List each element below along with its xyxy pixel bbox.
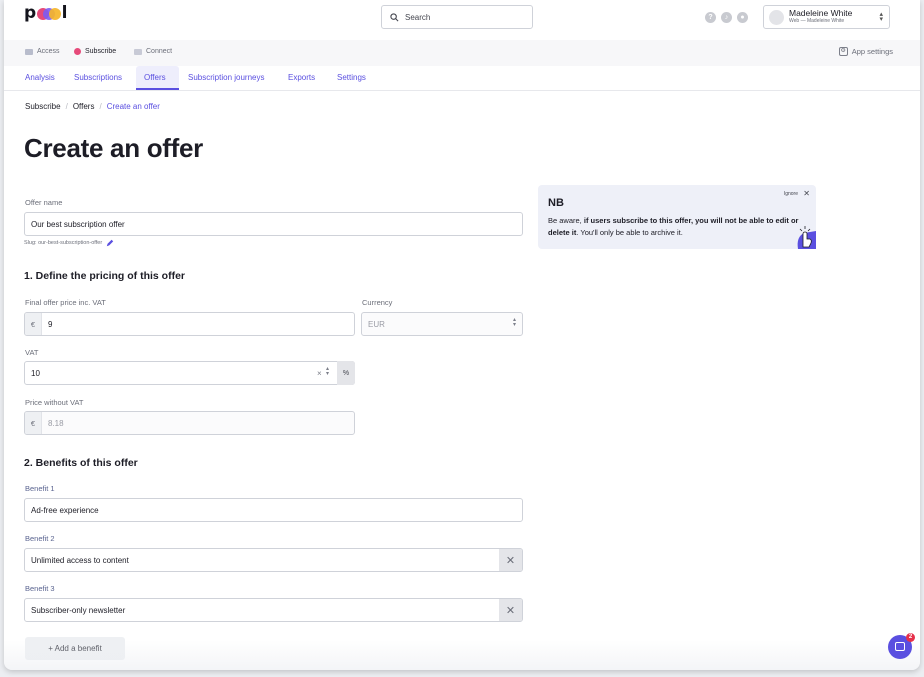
top-icons: ? ♪ ●	[705, 12, 748, 23]
breadcrumb-offers[interactable]: Offers	[73, 102, 95, 111]
clear-icon[interactable]: ×	[317, 369, 322, 378]
currency-value: EUR	[368, 319, 385, 329]
slug: Slug: our-best-subscription-offer	[24, 239, 114, 247]
bottom-fade	[4, 640, 920, 670]
user-subtitle: Web — Madeleine White	[789, 18, 845, 24]
euro-prefix: €	[25, 412, 42, 434]
product-access[interactable]: Access	[25, 48, 60, 55]
breadcrumb-subscribe[interactable]: Subscribe	[25, 102, 61, 111]
ignore-link[interactable]: Ignore	[784, 191, 798, 197]
product-bar: Access Subscribe Connect ⚙ App settings	[4, 40, 920, 66]
app-settings-label: App settings	[851, 47, 893, 56]
tab-exports[interactable]: Exports	[280, 66, 323, 90]
percent-suffix: %	[337, 361, 355, 385]
chevron-updown-icon: ▴ ▾	[879, 11, 883, 23]
tab-subscriptions[interactable]: Subscriptions	[66, 66, 130, 90]
final-price-input[interactable]: € 9	[24, 312, 355, 336]
page-title: Create an offer	[24, 133, 203, 163]
offer-name-value: Our best subscription offer	[31, 219, 125, 229]
close-icon[interactable]: ✕	[803, 189, 810, 198]
tab-bar: Analysis Subscriptions Offers Subscripti…	[4, 66, 920, 91]
benefit-2-input[interactable]: Unlimited access to content ✕	[24, 548, 523, 572]
subscribe-icon	[74, 48, 81, 55]
offer-name-input[interactable]: Our best subscription offer	[24, 212, 523, 236]
add-benefit-button[interactable]: + Add a benefit	[25, 637, 125, 660]
remove-benefit-3-button[interactable]: ✕	[499, 599, 522, 621]
chat-badge: 2	[906, 633, 915, 642]
nb-message: Be aware, if users subscribe to this off…	[548, 216, 799, 237]
tab-settings[interactable]: Settings	[329, 66, 374, 90]
nb-notice-card: NB Ignore ✕ Be aware, if users subscribe…	[538, 185, 816, 249]
breadcrumb: Subscribe / Offers / Create an offer	[25, 102, 160, 111]
product-subscribe[interactable]: Subscribe	[74, 48, 116, 55]
help-icon[interactable]: ?	[705, 12, 716, 23]
account-icon[interactable]: ●	[737, 12, 748, 23]
vat-input[interactable]: 10	[24, 361, 355, 385]
app-settings-link[interactable]: ⚙ App settings	[838, 47, 893, 56]
pointing-hand-illustration	[797, 226, 816, 249]
product-access-label: Access	[37, 48, 60, 55]
nb-title: NB	[548, 197, 564, 209]
benefit-1-label: Benefit 1	[25, 484, 55, 493]
benefit-2-label: Benefit 2	[25, 534, 55, 543]
search-placeholder: Search	[405, 12, 431, 22]
benefit-2-value: Unlimited access to content	[31, 555, 129, 565]
avatar	[769, 9, 784, 25]
slug-text: Slug: our-best-subscription-offer	[24, 240, 103, 246]
product-connect[interactable]: Connect	[134, 48, 172, 55]
search-input[interactable]: Search	[381, 5, 533, 29]
bell-icon[interactable]: ♪	[721, 12, 732, 23]
offer-name-label: Offer name	[25, 198, 63, 207]
benefit-1-value: Ad-free experience	[31, 505, 99, 515]
vat-label: VAT	[25, 348, 39, 357]
logo-letter-p: p	[24, 3, 36, 23]
euro-prefix: €	[25, 313, 42, 335]
app-window: p l Search ? ♪ ● Madeleine White Web — M…	[4, 0, 920, 670]
currency-label: Currency	[362, 298, 393, 307]
tab-offers[interactable]: Offers	[136, 66, 179, 90]
section-benefits-heading: 2. Benefits of this offer	[24, 457, 138, 469]
product-subscribe-label: Subscribe	[85, 48, 117, 55]
vat-value: 10	[31, 368, 40, 378]
chevron-updown-icon: ▴ ▾	[512, 317, 516, 328]
currency-select[interactable]: EUR ▴ ▾	[361, 312, 523, 336]
product-connect-label: Connect	[146, 48, 173, 55]
benefit-3-value: Subscriber-only newsletter	[31, 605, 126, 615]
top-bar: p l Search ? ♪ ● Madeleine White Web — M…	[4, 0, 920, 36]
user-switcher[interactable]: Madeleine White Web — Madeleine White ▴ ▾	[763, 5, 890, 29]
benefit-3-label: Benefit 3	[25, 584, 55, 593]
tab-subscription-journeys[interactable]: Subscription journeys	[180, 66, 272, 90]
user-name: Madeleine White	[789, 8, 853, 18]
access-icon	[25, 48, 33, 55]
remove-benefit-2-button[interactable]: ✕	[499, 549, 522, 571]
final-price-label: Final offer price inc. VAT	[25, 298, 106, 307]
breadcrumb-current: Create an offer	[106, 102, 160, 111]
logo-letter-l: l	[61, 3, 68, 23]
tab-analysis[interactable]: Analysis	[17, 66, 63, 90]
section-pricing-heading: 1. Define the pricing of this offer	[24, 270, 186, 282]
connect-icon	[134, 48, 142, 55]
benefit-3-input[interactable]: Subscriber-only newsletter ✕	[24, 598, 523, 622]
pencil-icon[interactable]	[106, 239, 114, 247]
search-icon	[390, 12, 399, 21]
price-without-vat-label: Price without VAT	[25, 398, 84, 407]
chat-icon	[895, 642, 905, 651]
chat-launcher-button[interactable]: 2	[888, 633, 915, 659]
settings-icon: ⚙	[838, 47, 848, 56]
price-without-vat-input: € 8.18	[24, 411, 355, 435]
stepper-icon[interactable]: ▴ ▾	[326, 366, 329, 377]
logo-dots	[36, 8, 61, 20]
final-price-value: 9	[48, 319, 53, 329]
pool-logo[interactable]: p l	[24, 3, 68, 23]
price-without-vat-value: 8.18	[48, 418, 64, 428]
benefit-1-input[interactable]: Ad-free experience	[24, 498, 523, 522]
